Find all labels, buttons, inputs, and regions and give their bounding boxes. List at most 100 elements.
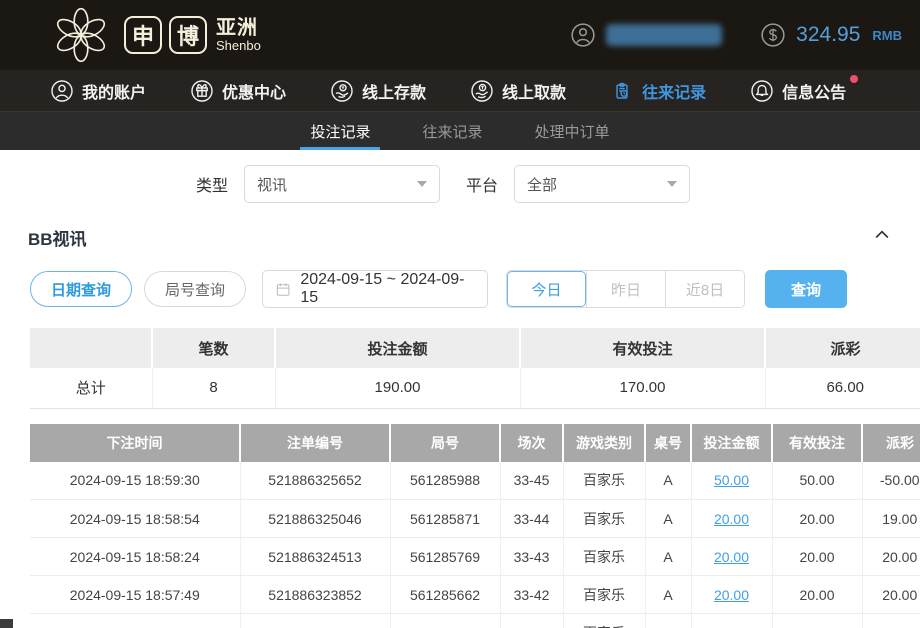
logo-char-2: 博 [169,16,207,54]
table-cell: A [645,576,691,614]
summary-total-row: 总计8190.00170.0066.00 [30,368,920,408]
platform-select[interactable]: 全部 [514,165,690,203]
nav-item-label: 信息公告 [782,79,846,103]
records-col-header: 局号 [390,424,500,462]
table-cell: 33-45 [500,462,563,500]
type-select[interactable]: 视讯 [244,165,440,203]
filter-row: 类型 视讯 平台 全部 [196,165,920,203]
quick-date-2[interactable]: 昨日 [586,271,665,307]
type-filter-label: 类型 [196,172,228,196]
nav-item-3[interactable]: 线上存款 [330,79,426,103]
summary-cell: 170.00 [520,368,765,408]
username-redacted [606,24,722,46]
nav-item-2[interactable]: 优惠中心 [190,79,286,103]
gift-icon [190,79,214,103]
table-cell: 20.00 [772,538,862,576]
summary-header-row: 笔数投注金额有效投注派彩 [30,328,920,368]
summary-cell: 总计 [30,368,152,408]
nav-item-label: 线上存款 [362,79,426,103]
search-button[interactable]: 查询 [765,270,847,308]
table-cell: 20.00 [691,500,772,538]
quick-date-1[interactable]: 今日 [507,271,586,307]
nav-item-6[interactable]: 信息公告 [750,79,846,103]
records-header-row: 下注时间注单编号局号场次游戏类别桌号投注金额有效投注派彩 [30,424,920,462]
table-cell: 521886325046 [240,500,390,538]
calendar-icon [275,281,291,298]
table-cell: 百家乐 [563,576,645,614]
date-range-value: 2024-09-15 ~ 2024-09-15 [300,271,475,307]
table-cell: A [645,614,691,628]
round-query-button[interactable]: 局号查询 [144,271,246,307]
table-cell: 521886323266 [240,614,390,628]
table-cell: 521886325652 [240,462,390,500]
subtab-3[interactable]: 处理中订单 [531,112,614,150]
table-cell: 2024-09-15 18:59:30 [30,462,240,500]
table-cell: 20.00 [772,500,862,538]
table-cell: 2024-09-15 18:57:18 [30,614,240,628]
quick-date-3[interactable]: 近8日 [665,271,744,307]
platform-filter-label: 平台 [466,172,498,196]
date-query-button[interactable]: 日期查询 [30,271,132,307]
balance-amount: 324.95 [796,23,860,47]
bet-amount-link[interactable]: 20.00 [714,587,749,603]
withdraw-icon [470,79,494,103]
nav-item-4[interactable]: 线上取款 [470,79,566,103]
nav-item-label: 往来记录 [642,79,706,103]
date-range-input[interactable]: 2024-09-15 ~ 2024-09-15 [262,270,488,308]
table-cell: 20.00 [862,576,920,614]
records-col-header: 桌号 [645,424,691,462]
subtab-2[interactable]: 往来记录 [418,112,486,150]
records-col-header: 投注金额 [691,424,772,462]
records-col-header: 有效投注 [772,424,862,462]
table-cell: 20.00 [691,614,772,628]
balance-currency: RMB [872,28,902,43]
logo-en-name: Shenbo [216,39,261,53]
bet-amount-link[interactable]: 20.00 [714,625,749,628]
table-cell: A [645,462,691,500]
summary-table: 笔数投注金额有效投注派彩 总计8190.00170.0066.00 [30,328,920,409]
records-table: 下注时间注单编号局号场次游戏类别桌号投注金额有效投注派彩 2024-09-15 … [30,424,920,628]
summary-col-header [30,328,152,368]
section-title: BB视讯 [28,225,87,250]
table-cell: 20.00 [772,576,862,614]
brand-logo[interactable]: 申 博 亚洲 Shenbo [52,6,261,64]
record-subtabs: 投注记录 往来记录 处理中订单 [0,112,920,150]
nav-item-1[interactable]: 我的账户 [50,79,146,103]
balance-display[interactable]: 324.95 RMB [760,22,902,48]
query-toolbar: 日期查询 局号查询 2024-09-15 ~ 2024-09-15 今日昨日近8… [30,270,920,308]
table-cell: A [645,500,691,538]
table-cell: 33-42 [500,576,563,614]
records-col-header: 派彩 [862,424,920,462]
table-cell: 20.00 [691,576,772,614]
table-row: 2024-09-15 18:57:18521886323266561285552… [30,614,920,628]
table-cell: 20.00 [772,614,862,628]
collapse-section-button[interactable] [872,225,892,250]
nav-item-label: 我的账户 [82,79,146,103]
table-cell: 百家乐 [563,500,645,538]
nav-item-5[interactable]: 往来记录 [610,79,706,103]
summary-col-header: 有效投注 [520,328,765,368]
summary-cell: 66.00 [765,368,920,408]
table-cell: 521886324513 [240,538,390,576]
summary-col-header: 投注金额 [275,328,520,368]
deposit-icon [330,79,354,103]
nav-item-label: 优惠中心 [222,79,286,103]
summary-col-header: 派彩 [765,328,920,368]
dollar-icon [760,22,786,48]
bet-amount-link[interactable]: 20.00 [714,511,749,527]
table-cell: 百家乐 [563,614,645,628]
table-cell: 50.00 [772,462,862,500]
records-col-header: 游戏类别 [563,424,645,462]
bet-amount-link[interactable]: 50.00 [714,472,749,488]
table-cell: 521886323852 [240,576,390,614]
user-account-chip[interactable] [570,22,722,48]
table-cell: 2024-09-15 18:57:49 [30,576,240,614]
records-col-header: 场次 [500,424,563,462]
chevron-up-icon [872,225,892,245]
nav-item-label: 线上取款 [502,79,566,103]
flower-logo-icon [52,6,110,64]
table-cell: -50.00 [862,462,920,500]
bet-amount-link[interactable]: 20.00 [714,549,749,565]
subtab-1[interactable]: 投注记录 [306,112,374,150]
quick-date-group: 今日昨日近8日 [506,270,745,308]
